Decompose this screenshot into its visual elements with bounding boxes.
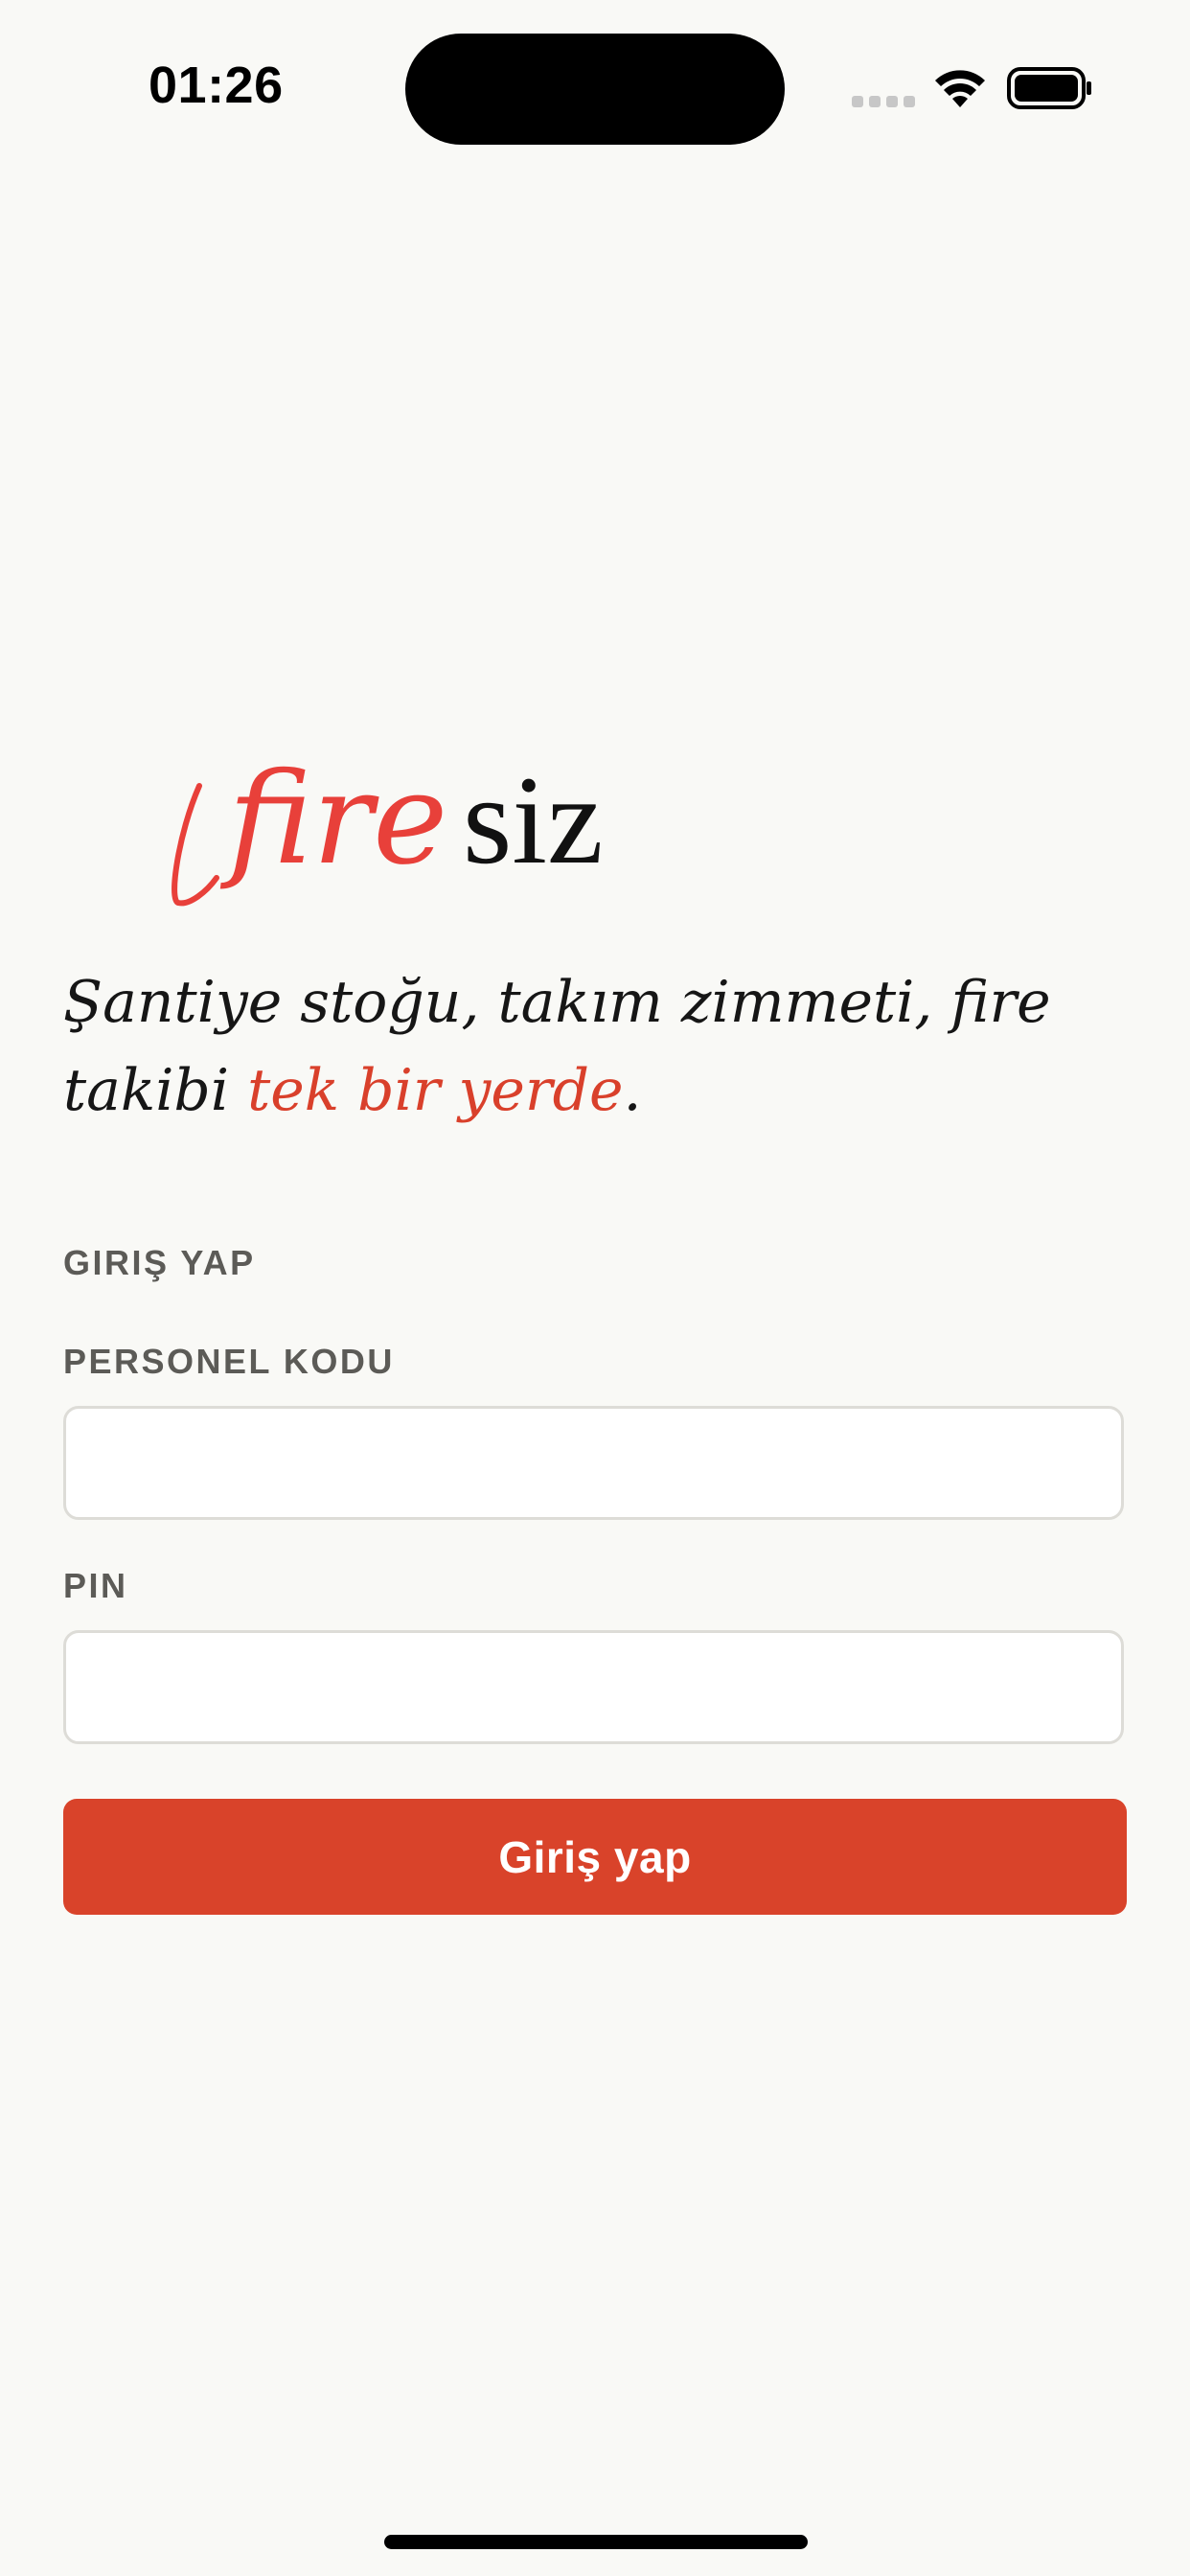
dynamic-island (405, 34, 785, 145)
logo-main-text: siz (463, 749, 604, 890)
logo-accent-text: fire (219, 748, 447, 893)
status-time: 01:26 (149, 57, 284, 114)
tagline-end: . (623, 1057, 642, 1124)
firesiz-logo: fire siz (172, 748, 604, 907)
login-section-title: GIRIŞ YAP (63, 1243, 256, 1282)
pin-input[interactable] (63, 1630, 1124, 1744)
personnel-code-label: PERSONEL KODU (63, 1342, 395, 1381)
personnel-code-input[interactable] (63, 1406, 1124, 1520)
cellular-signal-icon (852, 96, 915, 107)
tagline-highlight: tek bir yerde (247, 1057, 624, 1124)
tagline: Şantiye stoğu, takım zimmeti, fire takib… (63, 958, 1136, 1135)
wifi-icon (935, 70, 985, 107)
battery-icon (1007, 67, 1091, 109)
pin-label: PIN (63, 1566, 128, 1605)
home-indicator (384, 2535, 808, 2549)
login-button[interactable]: Giriş yap (63, 1799, 1127, 1915)
